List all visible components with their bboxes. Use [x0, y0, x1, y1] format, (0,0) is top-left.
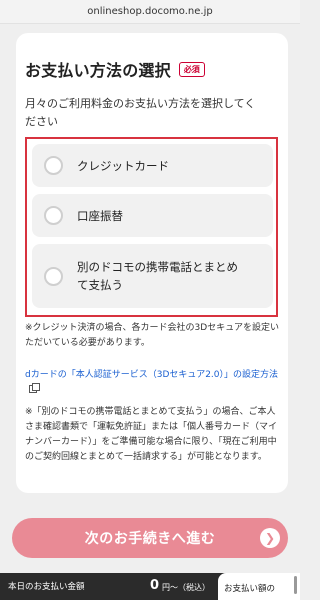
instruction-text: 月々のご利用料金のお支払い方法を選択してください [25, 97, 256, 128]
payment-details-tab[interactable]: お支払い額の [218, 573, 300, 600]
required-badge: 必須 [178, 61, 205, 77]
page-title: お支払い方法の選択 [25, 61, 171, 80]
option-label: 別のドコモの携帯電話とまとめて支払う [77, 260, 238, 292]
next-step-button[interactable]: 次のお手続きへ進む ❯ [12, 518, 288, 558]
credit-3ds-note: ※クレジット決済の場合、各カード会社の3Dセキュアを設定いただいている必要があり… [25, 323, 280, 348]
option-label: 口座振替 [77, 208, 123, 223]
option-credit-card[interactable]: クレジットカード [32, 144, 273, 187]
auth-service-link-text[interactable]: dカードの「本人認証サービス（3Dセキュア2.0）」の設定方法 [25, 370, 278, 380]
option-bundle-phone-bill[interactable]: 別のドコモの携帯電話とまとめて支払う [32, 244, 273, 308]
external-link-icon [29, 382, 40, 393]
scrollbar[interactable] [294, 576, 297, 594]
section-header: お支払い方法の選択 必須 [25, 57, 205, 81]
payment-details-tab-label: お支払い額の [224, 584, 276, 594]
today-payment-label: 本日のお支払い金額 [8, 582, 85, 592]
today-payment-amount: 0 [150, 578, 160, 593]
payment-summary-bar: 本日のお支払い金額 0 円〜（税込） お支払い額の [0, 573, 300, 600]
amount-unit: 円〜（税込） [162, 583, 210, 592]
address-bar[interactable]: onlineshop.docomo.ne.jp [0, 0, 300, 24]
bundle-note: ※「別のドコモの携帯電話とまとめて支払う」の場合、ご本人さま確認書類で「運転免許… [25, 407, 278, 462]
radio-button[interactable] [44, 206, 63, 225]
auth-service-link[interactable]: dカードの「本人認証サービス（3Dセキュア2.0）」の設定方法 [25, 368, 283, 398]
option-bank-transfer[interactable]: 口座振替 [32, 194, 273, 237]
next-step-label: 次のお手続きへ進む [84, 531, 216, 547]
payment-options-group: クレジットカード 口座振替 別のドコモの携帯電話とまとめて支払う [25, 137, 278, 317]
url-text: onlineshop.docomo.ne.jp [87, 6, 213, 17]
chevron-right-icon: ❯ [260, 528, 280, 548]
payment-method-card: お支払い方法の選択 必須 月々のご利用料金のお支払い方法を選択してください クレ… [16, 33, 288, 493]
radio-button[interactable] [44, 156, 63, 175]
option-label: クレジットカード [77, 158, 169, 173]
radio-button[interactable] [44, 266, 63, 286]
